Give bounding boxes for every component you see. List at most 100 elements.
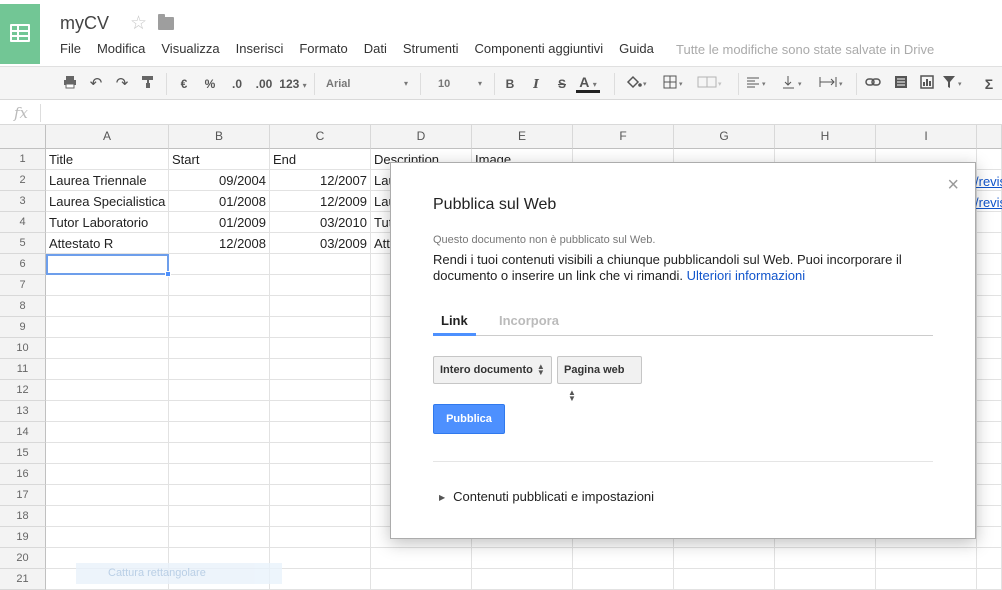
cell[interactable]: Laurea Triennale <box>46 170 169 191</box>
cell[interactable] <box>472 548 573 569</box>
increase-decimal-button[interactable]: .00 <box>252 75 276 93</box>
row-header-8[interactable]: 8 <box>0 296 46 317</box>
cell[interactable] <box>977 254 1002 275</box>
cell[interactable] <box>46 443 169 464</box>
italic-button[interactable]: I <box>526 75 546 93</box>
column-header-i[interactable]: I <box>876 125 977 149</box>
percent-button[interactable]: % <box>200 75 220 93</box>
cell[interactable] <box>169 527 270 548</box>
row-header-6[interactable]: 6 <box>0 254 46 275</box>
cell[interactable]: Title <box>46 149 169 170</box>
cell[interactable] <box>977 548 1002 569</box>
cell[interactable] <box>977 569 1002 590</box>
row-header-2[interactable]: 2 <box>0 170 46 191</box>
menu-inserisci[interactable]: Inserisci <box>236 41 284 59</box>
cell[interactable] <box>270 338 371 359</box>
row-header-20[interactable]: 20 <box>0 548 46 569</box>
fill-handle[interactable] <box>165 271 171 277</box>
cell[interactable] <box>977 485 1002 506</box>
menu-dati[interactable]: Dati <box>364 41 387 59</box>
cell[interactable] <box>169 485 270 506</box>
sheets-logo[interactable] <box>0 4 40 64</box>
link-icon[interactable] <box>862 75 884 93</box>
cell[interactable] <box>876 569 977 590</box>
cell[interactable] <box>46 464 169 485</box>
tab-link[interactable]: Link <box>433 312 476 336</box>
cell[interactable] <box>573 569 674 590</box>
cell[interactable] <box>977 275 1002 296</box>
cell[interactable] <box>977 149 1002 170</box>
close-icon[interactable]: × <box>947 175 959 195</box>
cell[interactable] <box>977 506 1002 527</box>
column-header-d[interactable]: D <box>371 125 472 149</box>
document-title[interactable]: myCV <box>60 13 109 34</box>
more-info-link[interactable]: Ulteriori informazioni <box>687 268 805 283</box>
chart-icon[interactable] <box>916 75 938 93</box>
text-wrap-icon[interactable]: ▾ <box>816 75 848 93</box>
column-header-c[interactable]: C <box>270 125 371 149</box>
row-header-11[interactable]: 11 <box>0 359 46 380</box>
text-color-button[interactable]: A ▾ <box>576 75 600 93</box>
cell[interactable] <box>876 548 977 569</box>
cell[interactable] <box>270 485 371 506</box>
tab-embed[interactable]: Incorpora <box>499 312 559 336</box>
row-header-18[interactable]: 18 <box>0 506 46 527</box>
cell[interactable] <box>977 338 1002 359</box>
cell[interactable] <box>977 401 1002 422</box>
vertical-align-icon[interactable]: ▾ <box>780 75 808 93</box>
cell[interactable] <box>270 548 371 569</box>
cell[interactable] <box>169 338 270 359</box>
row-header-15[interactable]: 15 <box>0 443 46 464</box>
cell[interactable] <box>775 569 876 590</box>
cell-link[interactable]: /revis <box>975 174 1002 189</box>
menu-formato[interactable]: Formato <box>299 41 347 59</box>
column-header-e[interactable]: E <box>472 125 573 149</box>
cell[interactable] <box>270 464 371 485</box>
cell[interactable] <box>573 548 674 569</box>
row-header-5[interactable]: 5 <box>0 233 46 254</box>
comment-icon[interactable] <box>890 75 912 93</box>
cell[interactable] <box>371 569 472 590</box>
cell[interactable] <box>46 359 169 380</box>
save-status[interactable]: Tutte le modifiche sono state salvate in… <box>676 42 934 57</box>
selected-cell[interactable] <box>46 254 169 275</box>
menu-guida[interactable]: Guida <box>619 41 654 59</box>
undo-icon[interactable]: ↶ <box>86 75 106 93</box>
cell[interactable] <box>169 317 270 338</box>
cell[interactable] <box>270 506 371 527</box>
functions-icon[interactable]: Σ <box>978 75 1000 93</box>
cell[interactable] <box>46 380 169 401</box>
paint-format-icon[interactable] <box>138 75 158 93</box>
number-format-dropdown[interactable]: 123 ▾ <box>278 75 308 93</box>
cell[interactable] <box>169 506 270 527</box>
publish-button[interactable]: Pubblica <box>433 404 505 434</box>
cell[interactable]: 01/2009 <box>169 212 270 233</box>
cell[interactable] <box>270 275 371 296</box>
format-select[interactable]: Pagina web ▲ ▼ <box>557 356 642 403</box>
cell[interactable] <box>169 422 270 443</box>
cell[interactable] <box>977 527 1002 548</box>
menu-componenti[interactable]: Componenti aggiuntivi <box>475 41 604 59</box>
cell[interactable]: 01/2008 <box>169 191 270 212</box>
cell[interactable]: 03/2009 <box>270 233 371 254</box>
menu-modifica[interactable]: Modifica <box>97 41 145 59</box>
row-header-1[interactable]: 1 <box>0 149 46 170</box>
cell[interactable] <box>46 338 169 359</box>
cell[interactable] <box>270 569 371 590</box>
bold-button[interactable]: B <box>500 75 520 93</box>
cell[interactable]: Start <box>169 149 270 170</box>
row-header-16[interactable]: 16 <box>0 464 46 485</box>
cell[interactable]: 12/2007 <box>270 170 371 191</box>
formula-input[interactable] <box>48 105 948 121</box>
row-header-10[interactable]: 10 <box>0 338 46 359</box>
cell[interactable] <box>270 422 371 443</box>
cell[interactable]: Laurea Specialistica <box>46 191 169 212</box>
cell[interactable] <box>169 443 270 464</box>
cell[interactable] <box>270 359 371 380</box>
column-header-a[interactable]: A <box>46 125 169 149</box>
cell[interactable] <box>270 296 371 317</box>
scope-select[interactable]: Intero documento ▲ ▼ <box>433 356 552 384</box>
row-header-17[interactable]: 17 <box>0 485 46 506</box>
cell[interactable] <box>46 527 169 548</box>
cell[interactable] <box>977 233 1002 254</box>
